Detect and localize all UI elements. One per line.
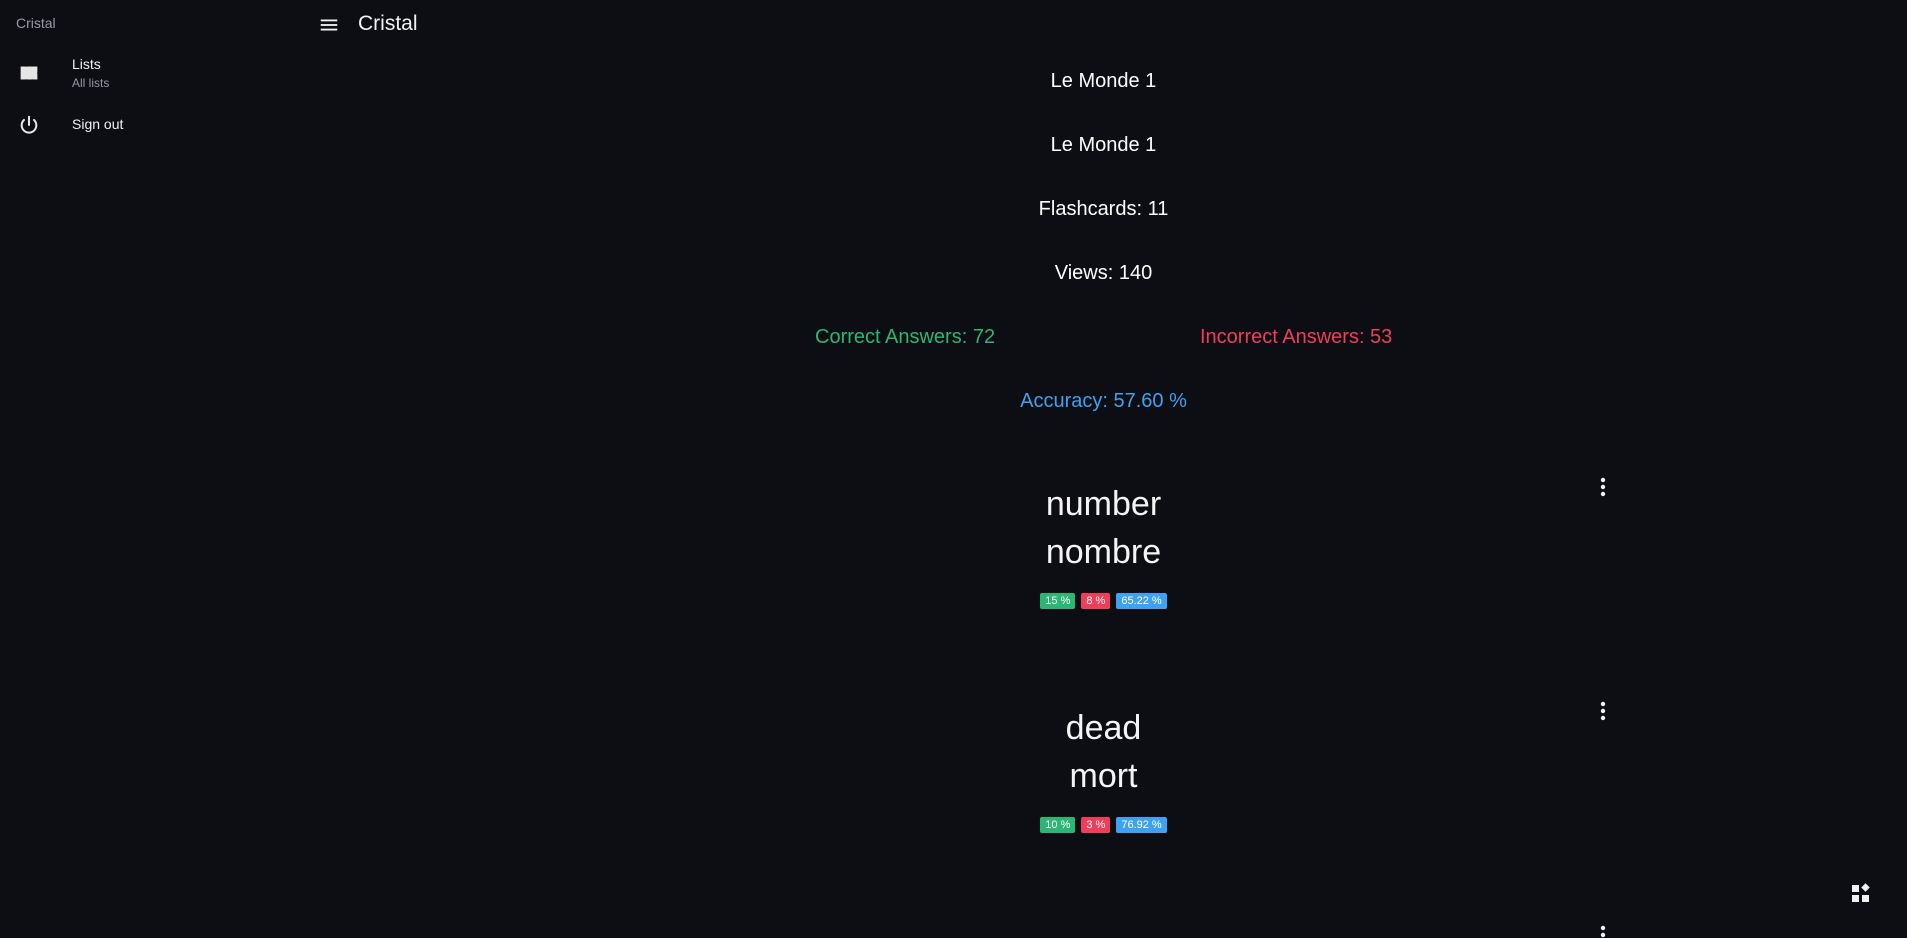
nav-drawer: Cristal Lists All lists Sign out [0,0,300,938]
dashboard-icon [20,66,38,80]
incorrect-answers: Incorrect Answers: 53 [1200,326,1393,348]
accuracy-badge: 76.92 % [1116,817,1167,833]
correct-answers: Correct Answers: 72 [815,326,996,348]
more-vert-icon[interactable] [1593,922,1613,938]
menu-icon[interactable] [318,14,340,36]
sidebar-item-label: Sign out [72,116,124,132]
flashcard-back: mort [1069,757,1138,795]
incorrect-badge: 3 % [1081,817,1111,833]
flashcard-count: Flashcards: 11 [1038,198,1169,220]
accuracy: Accuracy: 57.60 % [1020,390,1187,412]
flashcard-stats: 15 % 8 % 65.22 % [300,593,1907,609]
widgets-icon[interactable] [1841,874,1881,914]
view-count: Views: 140 [1054,262,1153,284]
list-name: Le Monde 1 [1050,70,1157,92]
sidebar-item-sign-out[interactable]: Sign out [0,110,300,140]
flashcard-back: nombre [1045,533,1162,571]
app-title: Cristal [358,12,418,35]
power-icon [20,115,38,134]
sidebar-item-lists[interactable]: Lists All lists [0,52,300,96]
flashcard-front: number [1045,485,1162,523]
sidebar-item-sublabel: All lists [72,76,110,90]
correct-badge: 10 % [1040,817,1076,833]
accuracy-badge: 65.22 % [1116,593,1167,609]
flashcard-front: dead [1065,709,1142,747]
correct-badge: 15 % [1040,593,1076,609]
flashcard-stats: 10 % 3 % 76.92 % [300,817,1907,833]
drawer-title: Cristal [16,15,56,31]
list-description: Le Monde 1 [1050,134,1157,156]
sidebar-item-label: Lists [72,56,101,72]
incorrect-badge: 8 % [1081,593,1111,609]
app-bar: Cristal [300,0,1907,50]
